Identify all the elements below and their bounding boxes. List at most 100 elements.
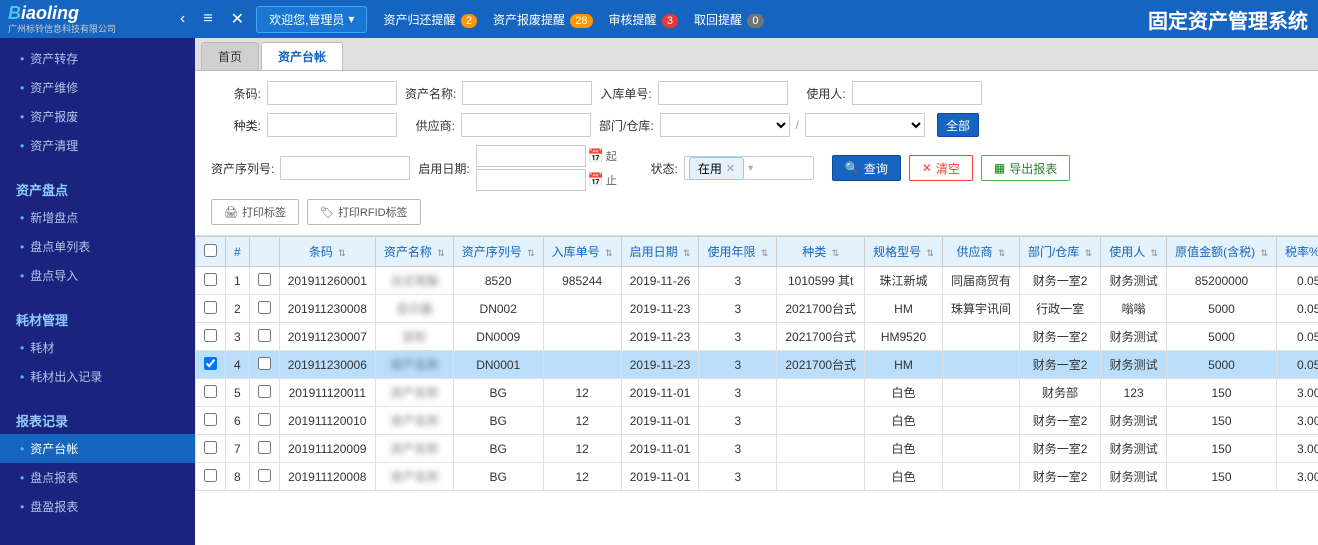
status-tag-close[interactable]: ✕ (726, 162, 735, 175)
row-checkbox-cell2[interactable] (249, 295, 279, 323)
sidebar-item-consumables-record[interactable]: 耗材出入记录 (0, 362, 195, 391)
sidebar-item-repair[interactable]: 资产维修 (0, 73, 195, 102)
print-rfid-button[interactable]: 🏷 打印RFID标签 (307, 199, 421, 225)
table-row[interactable]: 7 201911120009 资产名称 BG 12 2019-11-01 3 白… (196, 435, 1318, 463)
barcode-input[interactable] (267, 81, 397, 105)
row-checkbox2[interactable] (258, 441, 271, 454)
row-checkbox-cell[interactable] (196, 295, 226, 323)
alert-review[interactable]: 审核提醒 3 (609, 11, 678, 28)
cal-end-icon[interactable]: 📅 (588, 172, 604, 188)
row-checkbox[interactable] (204, 441, 217, 454)
tab-asset-ledger[interactable]: 资产台帐 (261, 42, 343, 70)
row-checkbox-cell2[interactable] (249, 267, 279, 295)
sidebar-item-inventory-report[interactable]: 盘点报表 (0, 463, 195, 492)
row-checkbox-cell[interactable] (196, 463, 226, 491)
table-row[interactable]: 8 201911120008 资产名称 BG 12 2019-11-01 3 白… (196, 463, 1318, 491)
welcome-button[interactable]: 欢迎您,管理员 ▾ (256, 6, 367, 33)
dept-sub-select[interactable] (805, 113, 925, 137)
select-all-checkbox[interactable] (204, 244, 217, 257)
close-nav-button[interactable]: ✕ (225, 7, 250, 31)
row-checkbox-cell2[interactable] (249, 379, 279, 407)
alert-retrieve[interactable]: 取回提醒 0 (694, 11, 763, 28)
tab-home[interactable]: 首页 (201, 42, 259, 70)
in-order-input[interactable] (658, 81, 788, 105)
row-checkbox-cell[interactable] (196, 407, 226, 435)
row-checkbox-cell[interactable] (196, 379, 226, 407)
col-years[interactable]: 使用年限 ⇅ (699, 237, 777, 267)
row-checkbox2[interactable] (258, 329, 271, 342)
col-asset-name[interactable]: 资产名称 ⇅ (375, 237, 453, 267)
asset-name-input[interactable] (462, 81, 592, 105)
sidebar-item-surplus-report[interactable]: 盘盈报表 (0, 492, 195, 521)
table-row[interactable]: 5 201911120011 资产名称 BG 12 2019-11-01 3 白… (196, 379, 1318, 407)
alert-scrap[interactable]: 资产报废提醒 28 (493, 11, 593, 28)
col-seq[interactable]: 资产序列号 ⇅ (453, 237, 543, 267)
status-dropdown-icon[interactable]: ▾ (748, 163, 753, 174)
row-checkbox[interactable] (204, 357, 217, 370)
row-checkbox[interactable] (204, 301, 217, 314)
dept-select[interactable] (660, 113, 790, 137)
sidebar-item-inventory-import[interactable]: 盘点导入 (0, 261, 195, 290)
row-checkbox-cell2[interactable] (249, 407, 279, 435)
search-button[interactable]: 🔍 查询 (832, 155, 901, 181)
cal-start-icon[interactable]: 📅 (588, 148, 604, 164)
row-checkbox-cell[interactable] (196, 351, 226, 379)
row-checkbox-cell[interactable] (196, 435, 226, 463)
table-row[interactable]: 2 201911230008 显示器 DN002 2019-11-23 3 20… (196, 295, 1318, 323)
row-checkbox[interactable] (204, 385, 217, 398)
sidebar-item-asset-ledger[interactable]: 资产台帐 (0, 434, 195, 463)
row-checkbox-cell[interactable] (196, 267, 226, 295)
supplier-input[interactable] (461, 113, 591, 137)
date-end-input[interactable] (476, 169, 586, 191)
sidebar-item-transfer[interactable]: 资产转存 (0, 44, 195, 73)
table-row[interactable]: 1 201911260001 台式电脑 8520 985244 2019-11-… (196, 267, 1318, 295)
row-checkbox2[interactable] (258, 469, 271, 482)
row-checkbox2[interactable] (258, 301, 271, 314)
row-checkbox-cell[interactable] (196, 323, 226, 351)
sidebar-item-consumables[interactable]: 耗材 (0, 333, 195, 362)
col-tax[interactable]: 税率% ⇅ (1276, 237, 1318, 267)
sidebar-item-inventory-list[interactable]: 盘点单列表 (0, 232, 195, 261)
sidebar-item-scrap[interactable]: 资产报废 (0, 102, 195, 131)
col-user[interactable]: 使用人 ⇅ (1101, 237, 1167, 267)
forward-button[interactable]: ≡ (197, 8, 218, 30)
row-checkbox[interactable] (204, 469, 217, 482)
alert-retrieve-badge: 0 (747, 14, 763, 28)
col-supplier[interactable]: 供应商 ⇅ (942, 237, 1019, 267)
col-amount[interactable]: 原值金额(含税) ⇅ (1167, 237, 1277, 267)
back-button[interactable]: ‹ (174, 8, 191, 30)
row-checkbox-cell2[interactable] (249, 351, 279, 379)
print-tag-button[interactable]: 🖨 打印标签 (211, 199, 299, 225)
row-checkbox-cell2[interactable] (249, 323, 279, 351)
row-checkbox-cell2[interactable] (249, 463, 279, 491)
row-checkbox[interactable] (204, 413, 217, 426)
row-checkbox2[interactable] (258, 413, 271, 426)
col-category[interactable]: 种类 ⇅ (777, 237, 865, 267)
alert-return[interactable]: 资产归还提醒 2 (383, 11, 476, 28)
table-row[interactable]: 4 201911230006 资产名称 DN0001 2019-11-23 3 … (196, 351, 1318, 379)
row-checkbox[interactable] (204, 329, 217, 342)
export-button[interactable]: ▦ 导出报表 (981, 155, 1070, 181)
col-barcode[interactable]: 条码 ⇅ (279, 237, 375, 267)
col-dept[interactable]: 部门/仓库 ⇅ (1019, 237, 1100, 267)
user-input[interactable] (852, 81, 982, 105)
category-input[interactable] (267, 113, 397, 137)
row-checkbox-cell2[interactable] (249, 435, 279, 463)
col-select-all[interactable] (196, 237, 226, 267)
col-spec[interactable]: 规格型号 ⇅ (865, 237, 943, 267)
row-checkbox2[interactable] (258, 385, 271, 398)
col-in-order[interactable]: 入库单号 ⇅ (543, 237, 621, 267)
row-checkbox2[interactable] (258, 273, 271, 286)
all-btn[interactable]: 全部 (937, 113, 979, 137)
sidebar-item-new-inventory[interactable]: 新增盘点 (0, 203, 195, 232)
col-start-date[interactable]: 启用日期 ⇅ (621, 237, 699, 267)
clear-button[interactable]: ✕ 清空 (909, 155, 973, 181)
row-checkbox[interactable] (204, 273, 217, 286)
table-row[interactable]: 6 201911120010 资产名称 BG 12 2019-11-01 3 白… (196, 407, 1318, 435)
row-checkbox2[interactable] (258, 357, 271, 370)
sidebar-item-clean[interactable]: 资产清理 (0, 131, 195, 160)
date-start-input[interactable] (476, 145, 586, 167)
table-row[interactable]: 3 201911230007 鼠标 DN0009 2019-11-23 3 20… (196, 323, 1318, 351)
status-select-wrap[interactable]: 在用 ✕ ▾ (684, 156, 814, 180)
seq-input[interactable] (280, 156, 410, 180)
